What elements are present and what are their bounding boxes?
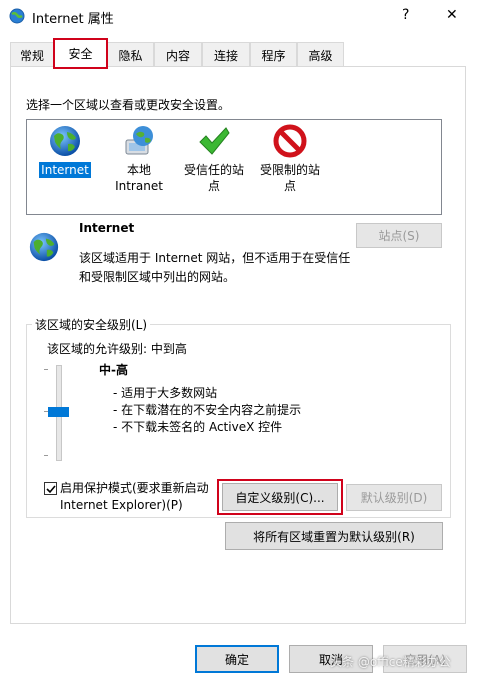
level-bullet-3: - 不下载未签名的 ActiveX 控件 [113,420,283,434]
restricted-icon [273,124,307,158]
ok-button[interactable]: 确定 [195,645,279,673]
window-title: Internet 属性 [32,12,114,27]
zone-local-intranet[interactable]: 本地 Intranet [111,124,167,194]
reset-all-zones-button[interactable]: 将所有区域重置为默认级别(R) [225,522,443,550]
slider-thumb[interactable] [48,407,69,417]
custom-level-highlight [217,479,343,515]
checkmark-icon [45,484,56,493]
security-level-group-title: 该区域的安全级别(L) [32,316,151,333]
default-level-button[interactable]: 默认级别(D) [346,484,442,511]
tab-programs[interactable]: 程序 [250,42,297,67]
tab-content[interactable]: 内容 [154,42,202,67]
tab-general[interactable]: 常规 [10,42,54,67]
zone-internet[interactable]: Internet [37,124,93,178]
title-bar: Internet 属性 ? ✕ [0,0,477,32]
zone-list: Internet 本地 Intranet 受信任的站 点 受限制的站 点 [26,119,442,215]
intranet-globe-icon [122,124,156,158]
zone-trusted-sites[interactable]: 受信任的站 点 [179,124,249,194]
tab-security[interactable]: 安全 [53,38,108,69]
zone-restricted-sites[interactable]: 受限制的站 点 [255,124,325,194]
sites-button[interactable]: 站点(S) [356,223,442,248]
level-bullet-2: - 在下载潜在的不安全内容之前提示 [113,403,302,417]
globe-icon [48,124,82,158]
zone-restricted-sites-label: 受限制的站 点 [259,163,320,193]
window-globe-icon [9,8,25,24]
help-button[interactable]: ? [402,7,409,23]
level-bullet-1: - 适用于大多数网站 [113,386,218,400]
tab-advanced[interactable]: 高级 [297,42,344,67]
slider-tick-bottom [44,455,48,456]
zone-instruction: 选择一个区域以查看或更改安全设置。 [26,98,231,112]
zone-internet-label: Internet [39,162,91,178]
zone-description-text: 该区域适用于 Internet 网站，但不适用于在受信任和受限制区域中列出的网站… [79,251,351,284]
zone-description-title: Internet [79,221,135,235]
check-icon [197,124,231,158]
close-button[interactable]: ✕ [446,7,458,23]
zone-description-icon [28,231,60,263]
protected-mode-checkbox[interactable] [44,482,57,495]
slider-tick-top [44,369,48,370]
tab-connections[interactable]: 连接 [202,42,250,67]
allowed-levels-text: 该区域的允许级别: 中到高 [47,342,187,356]
tab-privacy[interactable]: 隐私 [107,42,154,67]
security-level-name: 中-高 [99,363,128,377]
zone-local-intranet-label: 本地 Intranet [115,163,163,193]
zone-trusted-sites-label: 受信任的站 点 [183,163,244,193]
security-level-slider[interactable] [40,363,80,463]
watermark: 头条 @office精彩办公 [330,655,451,669]
protected-mode-label: 启用保护模式(要求重新启动 Internet Explorer)(P) [60,481,209,512]
